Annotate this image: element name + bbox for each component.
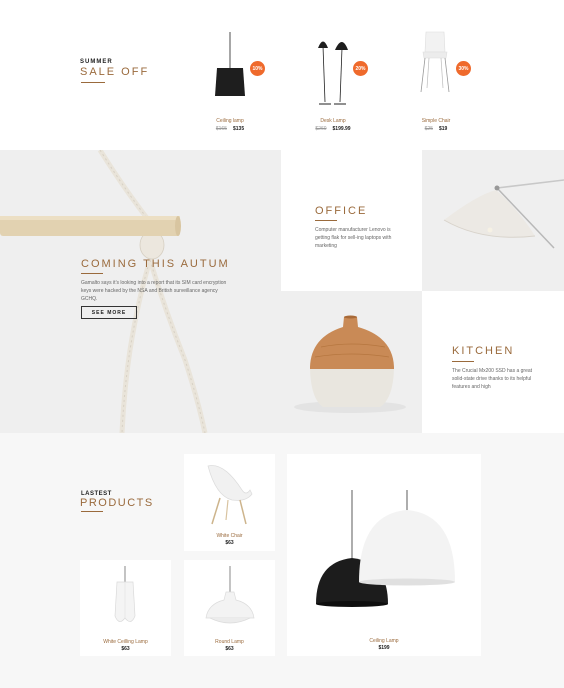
sale-price: $135 bbox=[233, 126, 245, 132]
discount-badge: 30% bbox=[456, 61, 471, 76]
white-ceiling-lamp-image bbox=[114, 566, 136, 622]
coming-title-rule bbox=[81, 273, 103, 274]
office-title-rule bbox=[315, 220, 337, 221]
sale-product-desk-lamp[interactable]: 20% Desk Lamp $260 $199.99 bbox=[293, 30, 373, 140]
sale-price: $19 bbox=[439, 126, 448, 132]
coming-tile: COMING THIS AUTUM Gamalto says it’s look… bbox=[0, 150, 281, 433]
product-card-white-chair[interactable]: White Chair $63 bbox=[184, 454, 275, 551]
product-price: $199 bbox=[378, 645, 390, 651]
sale-price: $199.99 bbox=[332, 126, 351, 132]
product-card-round-lamp[interactable]: Round Lamp $63 bbox=[184, 560, 275, 656]
product-card-white-ceiling-lamp[interactable]: White Ceilling Lamp $63 bbox=[80, 560, 171, 656]
sale-eyebrow: SUMMER bbox=[80, 59, 113, 65]
product-name[interactable]: Round Lamp bbox=[184, 639, 275, 645]
product-name[interactable]: Desk Lamp bbox=[293, 118, 373, 124]
product-price: $165 $135 bbox=[190, 126, 270, 132]
kitchen-title-rule bbox=[452, 361, 474, 362]
product-card-ceiling-lamp[interactable]: Ceiling Lamp $199 bbox=[287, 454, 481, 656]
office-tile[interactable]: OFFICE Computer manufacturer Lenovo is g… bbox=[281, 150, 422, 291]
product-name[interactable]: White Chair bbox=[184, 533, 275, 539]
product-price: $63 bbox=[225, 540, 234, 546]
sale-title: SALE OFF bbox=[80, 66, 150, 78]
vase-image bbox=[294, 315, 406, 413]
ceiling-lamp-image bbox=[215, 32, 245, 96]
sale-title-rule bbox=[81, 82, 105, 83]
discount-badge: 10% bbox=[250, 61, 265, 76]
kitchen-title: KITCHEN bbox=[452, 345, 515, 357]
old-price: $165 bbox=[215, 126, 227, 132]
product-price: $63 bbox=[121, 646, 130, 652]
product-price: $260 $199.99 bbox=[293, 126, 373, 132]
product-name[interactable]: White Ceilling Lamp bbox=[80, 639, 171, 645]
sale-product-simple-chair[interactable]: 30% Simple Chair $25 $19 bbox=[396, 30, 476, 140]
latest-title: PRODUCTS bbox=[80, 497, 154, 509]
product-price: $63 bbox=[225, 646, 234, 652]
white-chair-image bbox=[207, 465, 253, 525]
desk-lamp-image bbox=[318, 41, 348, 105]
office-title: OFFICE bbox=[315, 205, 368, 217]
discount-badge: 20% bbox=[353, 61, 368, 76]
floor-lamp-tile[interactable] bbox=[422, 150, 564, 291]
floor-lamp-image bbox=[443, 179, 564, 249]
product-name[interactable]: Ceiling lamp bbox=[190, 118, 270, 124]
old-price: $260 bbox=[315, 126, 327, 132]
pendant-lamps-image bbox=[316, 490, 455, 607]
chair-image bbox=[420, 31, 450, 93]
office-description: Computer manufacturer Lenovo is getting … bbox=[315, 227, 392, 249]
old-price: $25 bbox=[424, 126, 433, 132]
product-price: $25 $19 bbox=[396, 126, 476, 132]
product-name[interactable]: Simple Chair bbox=[396, 118, 476, 124]
coming-description: Gamalto says it’s looking into a report … bbox=[81, 280, 227, 302]
coming-title: COMING THIS AUTUM bbox=[81, 258, 230, 270]
product-name[interactable]: Ceiling Lamp bbox=[287, 638, 481, 644]
kitchen-tile[interactable]: KITCHEN The Crucial Mx200 SSD has a grea… bbox=[422, 291, 564, 433]
see-more-button[interactable]: SEE MORE bbox=[81, 306, 137, 319]
latest-title-rule bbox=[81, 511, 103, 512]
vase-tile[interactable] bbox=[281, 291, 422, 433]
sale-product-ceiling-lamp[interactable]: 10% Ceiling lamp $165 $135 bbox=[190, 30, 270, 140]
round-lamp-image bbox=[205, 566, 255, 624]
kitchen-description: The Crucial Mx200 SSD has a great solid-… bbox=[452, 368, 533, 390]
